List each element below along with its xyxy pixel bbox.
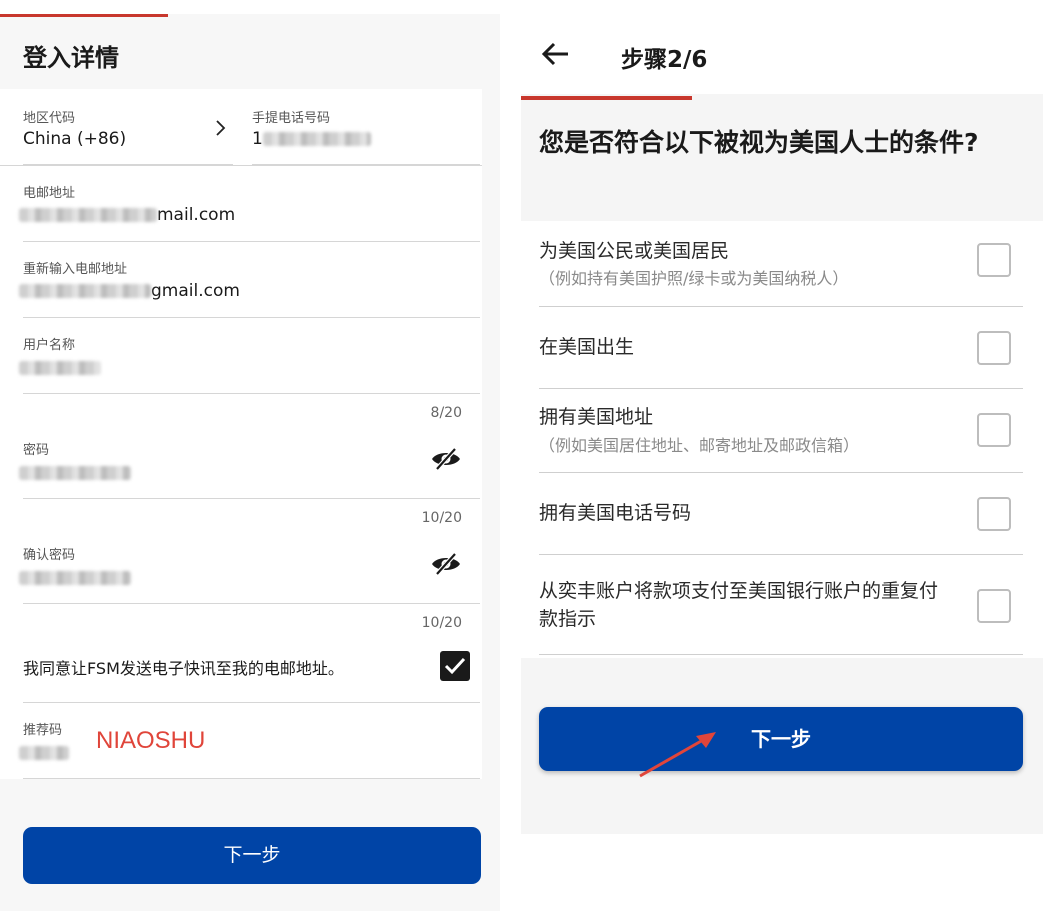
option-us-address[interactable]: 拥有美国地址 （例如美国居住地址、邮寄地址及邮政信箱）	[539, 389, 1023, 473]
us-person-screen: 步骤2/6 您是否符合以下被视为美国人士的条件? 为美国公民或美国居民 （例如持…	[521, 14, 1043, 834]
option-label: 在美国出生	[539, 336, 635, 358]
password-counter: 10/20	[421, 510, 462, 526]
back-arrow-icon[interactable]	[541, 40, 571, 68]
referral-code-label: 推荐码	[23, 723, 63, 738]
password-confirm-field[interactable]: 确认密码	[19, 528, 480, 604]
option-label: 为美国公民或美国居民	[539, 240, 730, 262]
login-form: 地区代码 China (+86) 手提电话号码 1 电邮地址 mail.com …	[0, 89, 482, 779]
option-checkbox[interactable]	[977, 497, 1011, 531]
referral-code-field[interactable]: 推荐码 NIAOSHU	[19, 703, 480, 779]
newsletter-consent-label: 我同意让FSM发送电子快讯至我的电邮地址。	[23, 659, 344, 678]
annotation-text: NIAOSHU	[96, 727, 206, 754]
referral-code-value	[19, 743, 69, 763]
password-label: 密码	[23, 443, 50, 458]
option-standing-instruction[interactable]: 从奕丰账户将款项支付至美国银行账户的重复付款指示	[539, 555, 1023, 655]
option-checkbox[interactable]	[977, 243, 1011, 277]
option-us-phone[interactable]: 拥有美国电话号码	[539, 473, 1023, 555]
next-button[interactable]: 下一步	[539, 707, 1023, 771]
eye-off-icon[interactable]	[430, 447, 462, 471]
option-checkbox[interactable]	[977, 413, 1011, 447]
password-confirm-value	[19, 568, 131, 588]
option-checkbox[interactable]	[977, 331, 1011, 365]
password-field[interactable]: 密码	[19, 423, 480, 499]
progress-bar	[0, 14, 168, 17]
region-code-field[interactable]: 地区代码 China (+86)	[23, 89, 233, 165]
page-title: 登入详情	[23, 44, 119, 72]
phone-label: 手提电话号码	[252, 111, 331, 126]
username-field[interactable]: 用户名称	[19, 318, 480, 394]
email-value: mail.com	[19, 205, 235, 225]
progress-bar	[521, 96, 692, 100]
option-checkbox[interactable]	[977, 589, 1011, 623]
step-indicator: 步骤2/6	[621, 47, 708, 73]
chevron-right-icon	[216, 120, 226, 136]
username-value	[19, 358, 101, 378]
option-us-citizen[interactable]: 为美国公民或美国居民 （例如持有美国护照/绿卡或为美国纳税人）	[539, 221, 1023, 307]
next-button[interactable]: 下一步	[23, 827, 481, 884]
phone-field[interactable]: 手提电话号码 1	[252, 89, 480, 165]
checkmark-icon	[444, 657, 466, 675]
newsletter-consent-row[interactable]: 我同意让FSM发送电子快讯至我的电邮地址。	[23, 633, 480, 703]
email-label: 电邮地址	[23, 186, 76, 201]
eye-off-icon[interactable]	[430, 552, 462, 576]
email-confirm-field[interactable]: 重新输入电邮地址 gmail.com	[19, 242, 480, 318]
option-born-in-us[interactable]: 在美国出生	[539, 307, 1023, 389]
email-confirm-label: 重新输入电邮地址	[23, 262, 128, 277]
password-value	[19, 463, 131, 483]
criteria-list: 为美国公民或美国居民 （例如持有美国护照/绿卡或为美国纳税人） 在美国出生 拥有…	[521, 221, 1043, 658]
question-heading: 您是否符合以下被视为美国人士的条件?	[539, 128, 979, 157]
region-code-value: China (+86)	[23, 129, 127, 149]
newsletter-checkbox[interactable]	[440, 651, 470, 681]
region-code-label: 地区代码	[23, 111, 76, 126]
password-confirm-counter: 10/20	[421, 615, 462, 631]
username-label: 用户名称	[23, 338, 76, 353]
email-confirm-value: gmail.com	[19, 281, 240, 301]
option-hint: （例如持有美国护照/绿卡或为美国纳税人）	[539, 269, 849, 288]
annotation-arrow-icon	[639, 732, 716, 778]
phone-value: 1	[252, 129, 371, 149]
password-confirm-label: 确认密码	[23, 548, 76, 563]
option-label: 拥有美国地址	[539, 406, 654, 428]
option-label: 从奕丰账户将款项支付至美国银行账户的重复付款指示	[539, 580, 939, 630]
login-details-screen: 登入详情 地区代码 China (+86) 手提电话号码 1 电邮地址 mail…	[0, 14, 500, 911]
username-counter: 8/20	[430, 405, 462, 421]
header-bar: 步骤2/6	[521, 14, 1043, 94]
option-label: 拥有美国电话号码	[539, 502, 692, 524]
email-field[interactable]: 电邮地址 mail.com	[19, 166, 480, 242]
option-hint: （例如美国居住地址、邮寄地址及邮政信箱）	[539, 436, 860, 455]
